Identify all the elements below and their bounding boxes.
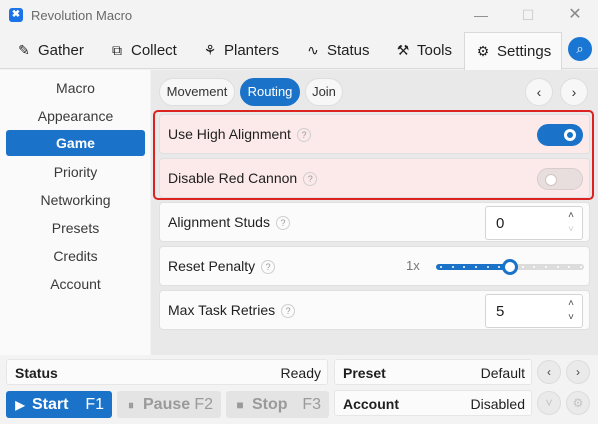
tab-collect[interactable]: ⧉ Collect	[99, 32, 187, 69]
stop-button[interactable]: ■ Stop F3	[226, 391, 329, 418]
chevron-right-icon[interactable]: ›	[566, 360, 590, 384]
pulse-icon: ∿	[307, 42, 319, 58]
chevron-left-icon[interactable]: ‹	[525, 78, 553, 106]
pause-icon: ⏸	[127, 398, 134, 412]
account-label: Account	[343, 396, 399, 412]
sidebar-item-macro[interactable]: Macro	[6, 75, 145, 101]
bottom-bar: Status Ready ▶ Start F1 ⏸ Pause F2 ■ Stop F…	[0, 356, 598, 424]
chevron-up-icon[interactable]: ˄	[564, 209, 578, 223]
chevron-down-icon[interactable]: ˅	[564, 223, 578, 237]
preset-value: Default	[480, 365, 525, 381]
stop-icon: ■	[236, 398, 244, 412]
help-icon[interactable]: ?	[281, 304, 296, 318]
slider-thumb[interactable]	[502, 259, 518, 275]
tab-settings[interactable]: ⚙ Settings	[464, 32, 563, 70]
highlight-frame	[153, 110, 594, 200]
account-panel: Account Disabled	[334, 390, 532, 416]
slider-tick	[545, 266, 547, 268]
slider-tick	[475, 266, 477, 268]
pause-button[interactable]: ⏸ Pause F2	[117, 391, 221, 418]
title-bar: ✖ Revolution Macro — ☐ ✕	[0, 0, 598, 32]
sidebar-item-appearance[interactable]: Appearance	[6, 103, 145, 129]
tab-status[interactable]: ∿ Status	[295, 32, 380, 69]
slider-tick	[451, 266, 454, 268]
wand-icon: ✎	[18, 42, 30, 58]
play-icon: ▶	[15, 398, 25, 412]
alignment-studs-input[interactable]: 0 ˄ ˅	[485, 206, 583, 240]
main-tab-bar: ✎ Gather ⧉ Collect ⚘ Planters ∿ Status ⚒…	[0, 32, 598, 70]
sidebar-item-game[interactable]: Game	[6, 130, 145, 156]
sidebar-item-credits[interactable]: Credits	[6, 243, 145, 269]
status-panel: Status Ready	[6, 359, 328, 385]
setting-reset-penalty: Reset Penalty? 1x	[159, 246, 590, 286]
slider-tick	[556, 266, 559, 268]
close-button[interactable]: ✕	[560, 4, 590, 26]
tab-label: Tools	[417, 42, 453, 59]
settings-sidebar: Macro Appearance Game Priority Networkin…	[0, 70, 150, 355]
chevron-down-icon[interactable]: ˅	[564, 311, 578, 325]
slider-tick	[486, 266, 489, 268]
gear-icon[interactable]: ⚙	[566, 391, 590, 415]
wrench-icon: ⚒	[396, 42, 410, 58]
reset-penalty-slider[interactable]	[436, 259, 584, 275]
preset-panel: Preset Default	[334, 359, 532, 385]
slider-tick	[440, 266, 442, 268]
box-icon: ⧉	[112, 42, 122, 58]
hotkey-label: F1	[85, 396, 104, 413]
help-icon[interactable]: ?	[261, 260, 276, 274]
tab-label: Settings	[497, 43, 552, 60]
help-icon[interactable]: ?	[275, 216, 290, 230]
tab-label: Collect	[131, 42, 177, 59]
chevron-left-icon[interactable]: ‹	[537, 360, 561, 384]
subtab-routing[interactable]: Routing	[240, 78, 300, 106]
sidebar-item-priority[interactable]: Priority	[6, 159, 145, 185]
slider-tick	[580, 266, 582, 268]
maximize-button[interactable]: ☐	[513, 4, 543, 26]
reset-penalty-value: 1x	[406, 258, 420, 273]
setting-label: Reset Penalty?	[168, 258, 276, 274]
tab-label: Planters	[224, 42, 280, 59]
setting-label: Alignment Studs?	[168, 214, 290, 230]
tab-gather[interactable]: ✎ Gather	[6, 32, 94, 69]
chevron-right-icon[interactable]: ›	[560, 78, 588, 106]
chevron-up-icon[interactable]: ˄	[564, 297, 578, 311]
tab-tools[interactable]: ⚒ Tools	[385, 32, 462, 69]
max-task-retries-input[interactable]: 5 ˄ ˅	[485, 294, 583, 328]
preset-label: Preset	[343, 365, 386, 381]
status-label: Status	[15, 365, 58, 381]
setting-label: Max Task Retries?	[168, 302, 296, 318]
sidebar-item-networking[interactable]: Networking	[6, 187, 145, 213]
search-icon[interactable]: ⌕	[568, 37, 592, 61]
setting-alignment-studs: Alignment Studs? 0 ˄ ˅	[159, 202, 590, 242]
tab-label: Status	[327, 42, 370, 59]
sidebar-item-presets[interactable]: Presets	[6, 215, 145, 241]
start-button[interactable]: ▶ Start F1	[6, 391, 112, 418]
status-value: Ready	[280, 365, 321, 381]
tab-label: Gather	[38, 42, 84, 59]
tab-planters[interactable]: ⚘ Planters	[192, 32, 289, 69]
sidebar-item-account[interactable]: Account	[6, 271, 145, 297]
setting-max-task-retries: Max Task Retries? 5 ˄ ˅	[159, 290, 590, 330]
slider-tick	[521, 266, 524, 268]
minimize-button[interactable]: —	[466, 4, 496, 26]
plant-icon: ⚘	[203, 42, 217, 58]
subtab-join[interactable]: Join	[305, 78, 343, 106]
gear-icon: ⚙	[476, 43, 490, 59]
subtab-movement[interactable]: Movement	[159, 78, 235, 106]
window-title: Revolution Macro	[31, 8, 133, 23]
app-logo-icon: ✖	[9, 8, 23, 22]
chevron-down-icon[interactable]: ˅	[537, 391, 561, 415]
account-value: Disabled	[470, 396, 525, 412]
hotkey-label: F2	[194, 396, 213, 413]
hotkey-label: F3	[302, 396, 321, 413]
